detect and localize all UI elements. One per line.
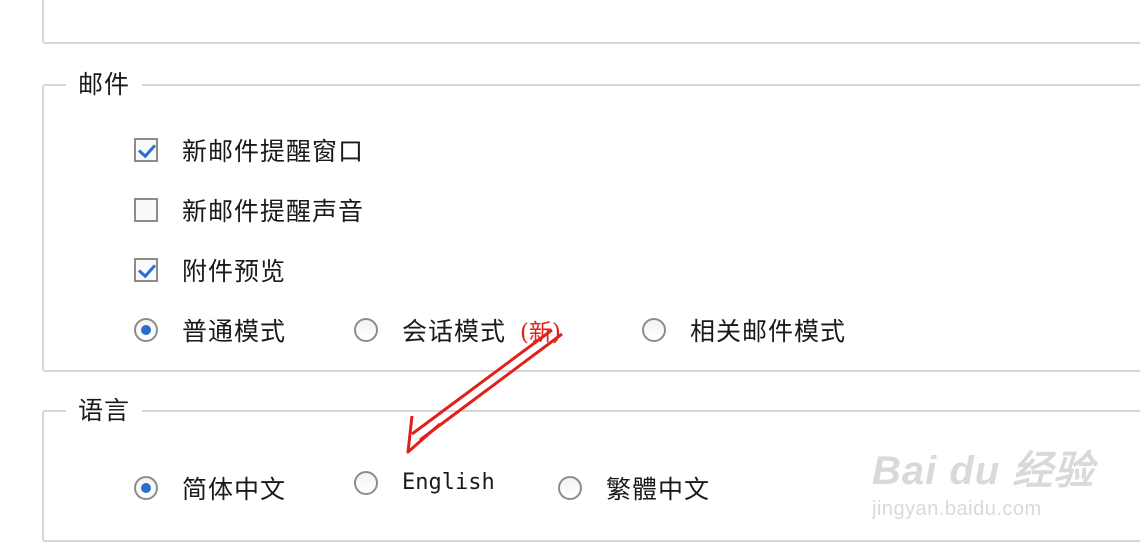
english-option[interactable]: English bbox=[354, 470, 495, 495]
top-settings-group bbox=[42, 0, 1140, 44]
attachment-preview-option[interactable]: 附件预览 bbox=[134, 252, 286, 288]
normal-mode-label: 普通模式 bbox=[182, 317, 287, 346]
new-mail-sound-option[interactable]: 新邮件提醒声音 bbox=[134, 192, 364, 228]
conversation-mode-option[interactable]: 会话模式 (新) bbox=[354, 312, 561, 348]
simplified-chinese-label: 简体中文 bbox=[182, 475, 287, 504]
simplified-chinese-option[interactable]: 简体中文 bbox=[134, 470, 286, 506]
simplified-chinese-radio[interactable] bbox=[134, 476, 158, 500]
new-mail-sound-label: 新邮件提醒声音 bbox=[182, 197, 365, 226]
traditional-chinese-option[interactable]: 繁體中文 bbox=[558, 470, 710, 506]
language-settings-group: 语言 简体中文 English 繁體中文 bbox=[42, 396, 1140, 542]
normal-mode-radio[interactable] bbox=[134, 318, 158, 342]
mail-settings-group: 邮件 新邮件提醒窗口 新邮件提醒声音 附件预览 普通模式 会话模式 (新) 相关… bbox=[42, 70, 1140, 372]
new-mail-popup-label: 新邮件提醒窗口 bbox=[182, 137, 365, 166]
attachment-preview-checkbox[interactable] bbox=[134, 258, 158, 282]
related-mail-mode-label: 相关邮件模式 bbox=[690, 317, 847, 346]
english-radio[interactable] bbox=[354, 470, 378, 495]
traditional-chinese-label: 繁體中文 bbox=[606, 475, 711, 504]
conversation-mode-radio[interactable] bbox=[354, 318, 378, 342]
normal-mode-option[interactable]: 普通模式 bbox=[134, 312, 286, 348]
traditional-chinese-radio[interactable] bbox=[558, 476, 582, 500]
english-label: English bbox=[402, 470, 495, 495]
related-mail-mode-option[interactable]: 相关邮件模式 bbox=[642, 312, 846, 348]
new-badge: (新) bbox=[520, 320, 561, 346]
related-mail-mode-radio[interactable] bbox=[642, 318, 666, 342]
new-mail-popup-option[interactable]: 新邮件提醒窗口 bbox=[134, 132, 364, 168]
language-legend: 语言 bbox=[66, 396, 143, 426]
new-mail-popup-checkbox[interactable] bbox=[134, 138, 158, 162]
new-mail-sound-checkbox[interactable] bbox=[134, 198, 158, 222]
mail-legend: 邮件 bbox=[66, 70, 143, 100]
conversation-mode-label: 会话模式 bbox=[402, 317, 507, 346]
attachment-preview-label: 附件预览 bbox=[182, 257, 287, 286]
